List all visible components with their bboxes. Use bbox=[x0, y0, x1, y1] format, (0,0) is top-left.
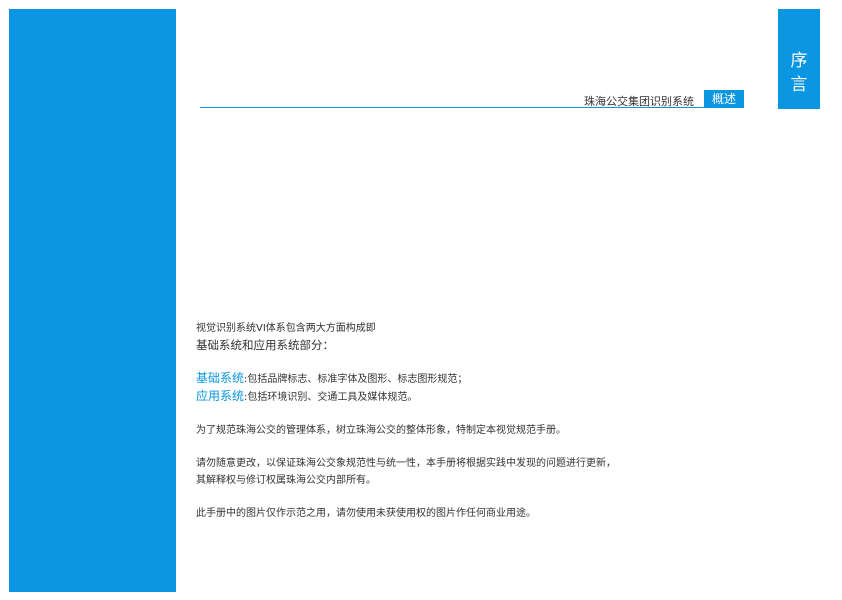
section-tab: 序 言 bbox=[778, 9, 820, 109]
header-divider bbox=[200, 107, 743, 108]
content-body: 视觉识别系统VI体系包含两大方面构成即 基础系统和应用系统部分： 基础系统:包括… bbox=[196, 320, 736, 522]
notice-line-1: 请勿随意更改，以保证珠海公交象规范性与统一性，本手册将根据实践中发现的问题进行更… bbox=[196, 458, 616, 469]
left-decorative-bar bbox=[9, 9, 176, 592]
header-badge: 概述 bbox=[704, 90, 744, 108]
purpose-paragraph: 为了规范珠海公交的管理体系，树立珠海公交的整体形象，特制定本视觉规范手册。 bbox=[196, 425, 566, 436]
disclaimer-paragraph: 此手册中的图片仅作示范之用，请勿使用未获使用权的图片作任何商业用途。 bbox=[196, 508, 536, 519]
basic-system-desc: :包括品牌标志、标准字体及图形、标志图形规范； bbox=[244, 374, 468, 385]
section-tab-char-1: 序 bbox=[790, 51, 808, 71]
app-system-desc: :包括环境识别、交通工具及媒体规范。 bbox=[244, 392, 418, 403]
app-system-line: 应用系统:包括环境识别、交通工具及媒体规范。 bbox=[196, 388, 736, 406]
intro-line-1: 视觉识别系统VI体系包含两大方面构成即 bbox=[196, 323, 376, 334]
notice-line-2: 其解释权与修订权属珠海公交内部所有。 bbox=[196, 475, 376, 486]
intro-line-2: 基础系统和应用系统部分： bbox=[196, 338, 334, 352]
basic-system-label: 基础系统 bbox=[196, 371, 245, 385]
section-tab-char-2: 言 bbox=[790, 75, 808, 95]
basic-system-line: 基础系统:包括品牌标志、标准字体及图形、标志图形规范； bbox=[196, 370, 736, 388]
app-system-label: 应用系统 bbox=[196, 389, 245, 403]
